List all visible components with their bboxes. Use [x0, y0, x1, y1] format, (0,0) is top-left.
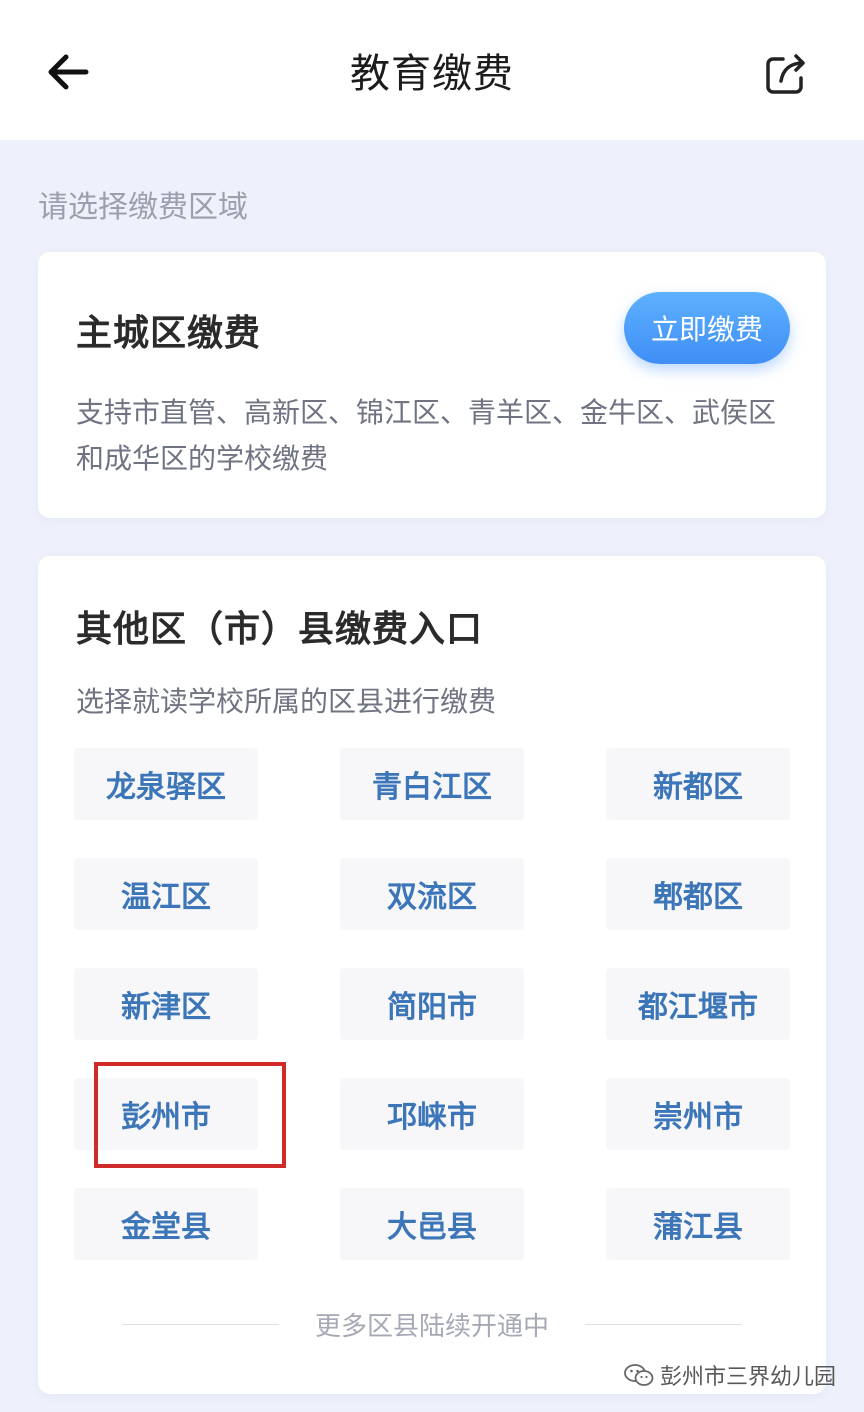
district-qingbaijiang[interactable]: 青白江区: [340, 748, 524, 820]
wechat-icon: [624, 1363, 654, 1387]
divider-right: [585, 1324, 743, 1325]
section-hint: 请选择缴费区域: [38, 190, 248, 225]
district-dayi[interactable]: 大邑县: [340, 1188, 524, 1260]
watermark: 彭州市三界幼儿园: [624, 1360, 836, 1390]
other-districts-title: 其他区（市）县缴费入口: [76, 609, 484, 650]
district-pidu[interactable]: 郫都区: [606, 858, 790, 930]
district-longquanyi[interactable]: 龙泉驿区: [74, 748, 258, 820]
district-qionglai[interactable]: 邛崃市: [340, 1078, 524, 1150]
more-districts-row: 更多区县陆续开通中: [122, 1306, 743, 1343]
main-city-title: 主城区缴费: [76, 313, 262, 354]
share-icon: [766, 54, 805, 94]
district-grid: 龙泉驿区 青白江区 新都区 温江区 双流区 郫都区 新津区 简阳市 都江堰市 彭…: [74, 748, 790, 1260]
more-districts-text: 更多区县陆续开通中: [315, 1312, 550, 1342]
district-pujiang[interactable]: 蒲江县: [606, 1188, 790, 1260]
district-chongzhou[interactable]: 崇州市: [606, 1078, 790, 1150]
district-jintang[interactable]: 金堂县: [74, 1188, 258, 1260]
other-districts-subtitle: 选择就读学校所属的区县进行缴费: [76, 685, 497, 718]
highlight-box: [94, 1062, 286, 1168]
divider-left: [122, 1324, 279, 1325]
district-xinjin[interactable]: 新津区: [74, 968, 258, 1040]
watermark-text: 彭州市三界幼儿园: [660, 1365, 837, 1390]
pay-now-button[interactable]: 立即缴费: [624, 292, 790, 364]
main-city-description: 支持市直管、高新区、锦江区、青羊区、金牛区、武侯区和成华区的学校缴费: [76, 396, 777, 475]
share-button[interactable]: [756, 44, 816, 104]
main-city-card: 主城区缴费 立即缴费 支持市直管、高新区、锦江区、青羊区、金牛区、武侯区和成华区…: [38, 252, 826, 518]
district-dujiangyan[interactable]: 都江堰市: [606, 968, 790, 1040]
district-wenjiang[interactable]: 温江区: [74, 858, 258, 930]
back-button[interactable]: [38, 44, 98, 100]
district-xindu[interactable]: 新都区: [606, 748, 790, 820]
other-districts-card: 其他区（市）县缴费入口 选择就读学校所属的区县进行缴费 龙泉驿区 青白江区 新都…: [38, 556, 826, 1394]
page-title: 教育缴费: [350, 51, 514, 97]
district-shuangliu[interactable]: 双流区: [340, 858, 524, 930]
district-jianyang[interactable]: 简阳市: [340, 968, 524, 1040]
arrow-left-icon: [48, 54, 89, 90]
top-navigation-bar: 教育缴费: [0, 0, 864, 140]
